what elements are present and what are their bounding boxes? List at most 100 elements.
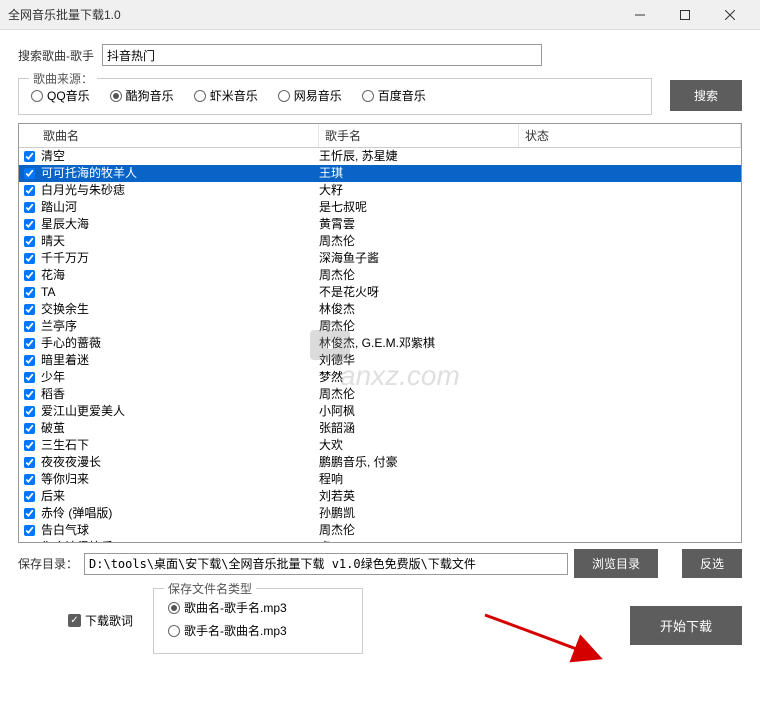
cell-singer: 程响	[319, 471, 519, 488]
row-checkbox[interactable]	[19, 287, 39, 298]
cell-song: 星辰大海	[39, 216, 319, 233]
radio-label: 歌曲名-歌手名.mp3	[184, 599, 287, 616]
table-row[interactable]: 交换余生林俊杰	[19, 301, 741, 318]
table-row[interactable]: 晴天周杰伦	[19, 233, 741, 250]
row-checkbox[interactable]	[19, 491, 39, 502]
table-row[interactable]: 星辰大海黄霄雲	[19, 216, 741, 233]
table-row[interactable]: 清空王忻辰, 苏星婕	[19, 148, 741, 165]
cell-singer: 小阿枫	[319, 403, 519, 420]
row-checkbox[interactable]	[19, 355, 39, 366]
col-singer[interactable]: 歌手名	[319, 124, 519, 147]
maximize-button[interactable]	[662, 0, 707, 30]
table-body[interactable]: 清空王忻辰, 苏星婕可可托海的牧羊人王琪白月光与朱砂痣大籽踏山河是七叔呢星辰大海…	[19, 148, 741, 542]
col-song[interactable]: 歌曲名	[19, 124, 319, 147]
browse-button[interactable]: 浏览目录	[574, 549, 658, 578]
radio-icon	[362, 90, 374, 102]
filename-group: 保存文件名类型 歌曲名-歌手名.mp3歌手名-歌曲名.mp3	[153, 588, 363, 654]
row-checkbox[interactable]	[19, 185, 39, 196]
path-input[interactable]	[84, 553, 568, 575]
cell-song: 你应该很快乐	[39, 539, 319, 542]
table-row[interactable]: 少年梦然	[19, 369, 741, 386]
row-checkbox[interactable]	[19, 304, 39, 315]
row-checkbox[interactable]	[19, 372, 39, 383]
download-lyrics-label: 下载歌词	[85, 612, 133, 629]
row-checkbox[interactable]	[19, 270, 39, 281]
row-checkbox[interactable]	[19, 423, 39, 434]
row-checkbox[interactable]	[19, 253, 39, 264]
cell-singer: 周杰伦	[319, 267, 519, 284]
fname-radio-0[interactable]: 歌曲名-歌手名.mp3	[168, 599, 348, 616]
table-row[interactable]: 白月光与朱砂痣大籽	[19, 182, 741, 199]
cell-song: 交换余生	[39, 301, 319, 318]
cell-singer: 大籽	[319, 182, 519, 199]
radio-label: 百度音乐	[378, 87, 426, 104]
download-lyrics-checkbox[interactable]: ✓ 下载歌词	[68, 612, 133, 629]
cell-song: 手心的蔷薇	[39, 335, 319, 352]
radio-icon	[194, 90, 206, 102]
table-row[interactable]: 后来刘若英	[19, 488, 741, 505]
row-checkbox[interactable]	[19, 389, 39, 400]
row-checkbox[interactable]	[19, 406, 39, 417]
cell-song: 踏山河	[39, 199, 319, 216]
table-row[interactable]: 你应该很快乐虎二	[19, 539, 741, 542]
table-row[interactable]: 三生石下大欢	[19, 437, 741, 454]
row-checkbox[interactable]	[19, 219, 39, 230]
radio-icon	[278, 90, 290, 102]
table-row[interactable]: 等你归来程响	[19, 471, 741, 488]
minimize-button[interactable]	[617, 0, 662, 30]
row-checkbox[interactable]	[19, 508, 39, 519]
table-row[interactable]: 破茧张韶涵	[19, 420, 741, 437]
table-row[interactable]: 爱江山更爱美人小阿枫	[19, 403, 741, 420]
cell-song: TA	[39, 284, 319, 301]
start-download-button[interactable]: 开始下载	[630, 606, 742, 645]
table-row[interactable]: 花海周杰伦	[19, 267, 741, 284]
cell-singer: 王琪	[319, 165, 519, 182]
table-row[interactable]: 踏山河是七叔呢	[19, 199, 741, 216]
cell-singer: 梦然	[319, 369, 519, 386]
row-checkbox[interactable]	[19, 440, 39, 451]
cell-song: 可可托海的牧羊人	[39, 165, 319, 182]
col-status[interactable]: 状态	[519, 124, 741, 147]
fname-radio-1[interactable]: 歌手名-歌曲名.mp3	[168, 622, 348, 639]
table-row[interactable]: 夜夜夜漫长鹏鹏音乐, 付豪	[19, 454, 741, 471]
window-title: 全网音乐批量下载1.0	[8, 6, 617, 23]
source-radio-4[interactable]: 百度音乐	[362, 87, 426, 104]
source-radio-0[interactable]: QQ音乐	[31, 87, 90, 104]
row-checkbox[interactable]	[19, 474, 39, 485]
source-radio-1[interactable]: 酷狗音乐	[110, 87, 174, 104]
row-checkbox[interactable]	[19, 151, 39, 162]
row-checkbox[interactable]	[19, 338, 39, 349]
source-radio-3[interactable]: 网易音乐	[278, 87, 342, 104]
cell-singer: 林俊杰, G.E.M.邓紫棋	[319, 335, 519, 352]
search-button[interactable]: 搜索	[670, 80, 742, 111]
table-row[interactable]: 可可托海的牧羊人王琪	[19, 165, 741, 182]
cell-singer: 大欢	[319, 437, 519, 454]
source-radio-2[interactable]: 虾米音乐	[194, 87, 258, 104]
search-input[interactable]	[102, 44, 542, 66]
row-checkbox[interactable]	[19, 168, 39, 179]
cell-song: 清空	[39, 148, 319, 165]
close-button[interactable]	[707, 0, 752, 30]
row-checkbox[interactable]	[19, 321, 39, 332]
table-row[interactable]: 手心的蔷薇林俊杰, G.E.M.邓紫棋	[19, 335, 741, 352]
invert-button[interactable]: 反选	[682, 549, 742, 578]
table-row[interactable]: TA不是花火呀	[19, 284, 741, 301]
table-row[interactable]: 赤伶 (弹唱版)孙鹏凯	[19, 505, 741, 522]
cell-song: 兰亭序	[39, 318, 319, 335]
cell-singer: 林俊杰	[319, 301, 519, 318]
table-row[interactable]: 千千万万深海鱼子酱	[19, 250, 741, 267]
cell-song: 等你归来	[39, 471, 319, 488]
table-row[interactable]: 告白气球周杰伦	[19, 522, 741, 539]
cell-singer: 孙鹏凯	[319, 505, 519, 522]
table-row[interactable]: 兰亭序周杰伦	[19, 318, 741, 335]
row-checkbox[interactable]	[19, 236, 39, 247]
path-label: 保存目录：	[18, 555, 78, 572]
titlebar: 全网音乐批量下载1.0	[0, 0, 760, 30]
row-checkbox[interactable]	[19, 525, 39, 536]
cell-song: 少年	[39, 369, 319, 386]
row-checkbox[interactable]	[19, 202, 39, 213]
table-row[interactable]: 暗里着迷刘德华	[19, 352, 741, 369]
table-row[interactable]: 稻香周杰伦	[19, 386, 741, 403]
radio-label: 虾米音乐	[210, 87, 258, 104]
row-checkbox[interactable]	[19, 457, 39, 468]
